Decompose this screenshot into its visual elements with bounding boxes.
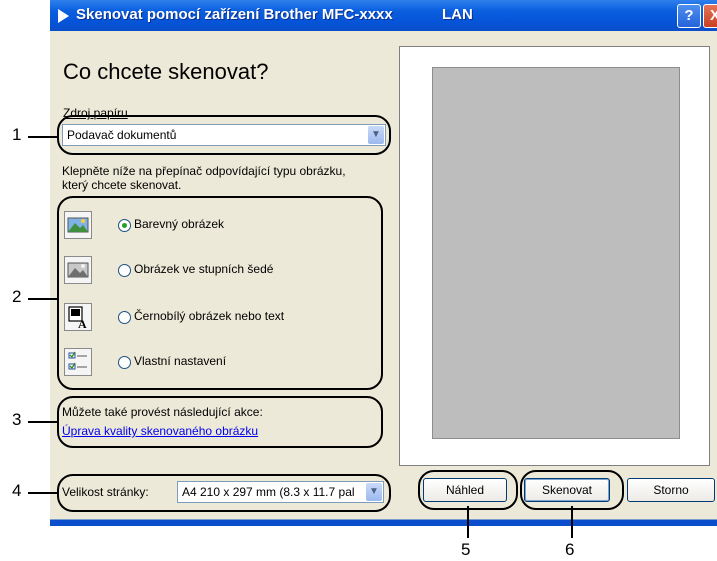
callout-box-2 xyxy=(57,196,383,390)
callout-box-4 xyxy=(57,474,391,512)
callout-number-2: 2 xyxy=(12,287,22,306)
instruction-line-1: Klepněte níže na přepínač odpovídající t… xyxy=(62,164,346,178)
close-button[interactable]: X xyxy=(703,4,717,28)
callout-number-6: 6 xyxy=(565,540,575,559)
page-title: Co chcete skenovat? xyxy=(63,59,269,84)
dialog-bottom-edge xyxy=(50,517,717,526)
scanner-arrow-icon xyxy=(58,9,69,23)
callout-number-4: 4 xyxy=(12,481,22,500)
instruction-line-2: který chcete skenovat. xyxy=(62,178,182,192)
callout-box-3 xyxy=(57,396,383,448)
callout-box-6 xyxy=(520,470,624,510)
window-title-suffix: LAN xyxy=(442,6,473,23)
callout-box-5 xyxy=(418,470,518,510)
callout-line-2 xyxy=(28,298,58,300)
callout-line-4 xyxy=(28,492,58,494)
title-bar[interactable]: Skenovat pomocí zařízení Brother MFC-xxx… xyxy=(50,0,717,31)
callout-number-3: 3 xyxy=(12,410,22,429)
preview-area[interactable] xyxy=(432,67,680,439)
cancel-button[interactable]: Storno xyxy=(627,478,715,502)
callout-box-1 xyxy=(57,115,391,155)
callout-line-6 xyxy=(571,506,573,538)
callout-number-5: 5 xyxy=(461,540,471,559)
callout-line-5 xyxy=(467,506,469,538)
window-title: Skenovat pomocí zařízení Brother MFC-xxx… xyxy=(76,6,393,23)
callout-line-1 xyxy=(28,136,58,138)
callout-line-3 xyxy=(28,421,58,423)
callout-number-1: 1 xyxy=(12,125,22,144)
help-button[interactable]: ? xyxy=(677,4,701,28)
